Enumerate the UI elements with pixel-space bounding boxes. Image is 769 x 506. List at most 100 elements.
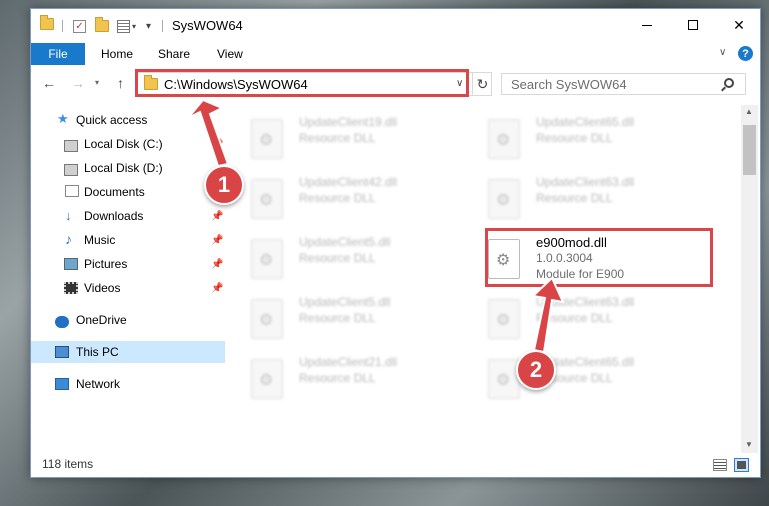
file-tile[interactable]: UpdateClient21.dll Resource DLL [251,353,481,405]
step-2-badge: 2 [516,350,556,390]
properties-icon[interactable]: ▾ [117,17,136,35]
file-version: 1.0.0.3004 [536,251,593,265]
sidebar-item-label: This PC [76,345,119,359]
sidebar-item-label: OneDrive [76,313,127,327]
explorer-window: ✓ ▾ ▾ SysWOW64 ✕ File Home Share View ∨ … [30,8,761,478]
downloads-icon: ↓ [65,208,72,223]
folder-icon [144,75,158,90]
sidebar-item-label: Local Disk (D:) [84,161,163,175]
dll-file-icon [488,119,520,159]
divider [62,20,63,32]
pin-icon[interactable]: 📌 [211,283,223,294]
tab-file[interactable]: File [31,43,85,65]
file-name: UpdateClient65.dll [536,115,635,129]
dll-file-icon [251,179,283,219]
sidebar-item-label: Local Disk (C:) [84,137,163,151]
file-name: UpdateClient42.dll [299,175,398,189]
file-tile[interactable]: UpdateClient63.dll Resource DLL [488,173,718,225]
file-type: Resource DLL [299,371,376,385]
sidebar-item-label: Music [84,233,116,247]
file-tile[interactable]: UpdateClient5.dll Resource DLL [251,233,481,285]
search-icon[interactable] [724,78,734,88]
cloud-icon [55,316,69,328]
file-type: Resource DLL [536,191,613,205]
pin-icon[interactable]: 📌 [211,259,223,270]
pictures-icon [64,258,78,270]
forward-arrow-icon[interactable]: → [71,75,85,91]
file-name: UpdateClient63.dll [536,175,635,189]
file-tile[interactable]: UpdateClient19.dll Resource DLL [251,113,481,165]
dll-file-icon [488,299,520,339]
help-icon[interactable]: ? [738,46,753,61]
up-arrow-icon[interactable]: ↑ [117,75,124,91]
address-dropdown-chevron-icon[interactable]: ∨ [456,78,463,89]
minimize-icon [642,24,652,26]
properties-check-icon[interactable]: ✓ [73,17,86,35]
large-icons-view-icon[interactable] [734,458,749,472]
sidebar-item-network[interactable]: Network [31,373,225,395]
computer-icon [55,346,69,358]
window-title: SysWOW64 [172,18,243,33]
sidebar-item-label: Quick access [76,113,148,127]
file-name: e900mod.dll [536,235,607,250]
dll-file-icon [488,359,520,399]
expand-ribbon-chevron-icon[interactable]: ∨ [719,47,726,58]
step-1-badge: 1 [204,165,244,205]
new-folder-icon[interactable] [95,17,109,35]
sidebar-item-onedrive[interactable]: OneDrive [31,309,225,331]
tab-home[interactable]: Home [101,43,133,65]
documents-icon [65,185,79,197]
maximize-button[interactable] [670,9,716,41]
file-tile-e900mod[interactable]: e900mod.dll 1.0.0.3004 Module for E900 [488,233,718,285]
network-icon [55,378,69,390]
sidebar-item-downloads[interactable]: ↓ Downloads 📌 [31,205,225,227]
sidebar-item-this-pc[interactable]: This PC [31,341,225,363]
drive-icon [64,164,78,176]
status-bar: 118 items [31,453,760,477]
file-tile[interactable]: UpdateClient65.dll Resource DLL [488,113,718,165]
sidebar-item-videos[interactable]: Videos 📌 [31,277,225,299]
sidebar-item-documents[interactable]: Documents [31,181,225,203]
recent-locations-chevron-icon[interactable]: ▾ [95,78,99,87]
videos-icon [64,282,78,294]
sidebar-item-music[interactable]: ♪ Music 📌 [31,229,225,251]
back-arrow-icon[interactable]: ← [42,75,56,91]
file-type: Resource DLL [299,251,376,265]
pin-icon[interactable]: 📌 [211,235,223,246]
ribbon: File Home Share View ∨ ? [31,41,760,65]
sidebar-item-local-disk-d[interactable]: Local Disk (D:) [31,157,225,179]
sidebar-item-quick-access[interactable]: ★ Quick access [31,109,225,131]
pin-icon[interactable]: 📌 [211,211,223,222]
address-bar[interactable]: C:\Windows\SysWOW64 ∨ ↻ [137,72,492,96]
close-button[interactable]: ✕ [716,9,762,41]
file-tile[interactable]: UpdateClient63.dll Resource DLL [488,293,718,345]
scroll-up-arrow-icon[interactable]: ▲ [745,107,753,116]
customize-toolbar-icon[interactable]: ▾ [146,17,151,35]
vertical-scrollbar[interactable]: ▲ ▼ [741,105,758,453]
sidebar-item-label: Pictures [84,257,128,271]
tab-share[interactable]: Share [158,43,190,65]
navigation-pane: ★ Quick access Local Disk (C:) 📌 Local D… [31,105,225,445]
item-count: 118 items [42,457,94,471]
file-name: UpdateClient63.dll [536,295,635,309]
sidebar-item-local-disk-c[interactable]: Local Disk (C:) 📌 [31,133,225,155]
file-tile[interactable]: UpdateClient42.dll Resource DLL [251,173,481,225]
tab-view[interactable]: View [217,43,243,65]
search-input[interactable]: Search SysWOW64 [501,73,746,95]
search-placeholder: Search SysWOW64 [511,77,627,92]
address-row: ← → ▾ ↑ C:\Windows\SysWOW64 ∨ ↻ Search S… [31,69,760,99]
scroll-thumb[interactable] [743,125,756,175]
pin-icon[interactable]: 📌 [211,139,223,150]
sidebar-item-pictures[interactable]: Pictures 📌 [31,253,225,275]
file-type: Resource DLL [536,311,613,325]
refresh-icon[interactable]: ↻ [472,73,492,95]
sidebar-item-label: Network [76,377,121,391]
file-type: Resource DLL [299,311,376,325]
scroll-down-arrow-icon[interactable]: ▼ [745,440,753,449]
dll-file-icon [251,119,283,159]
file-tile[interactable]: UpdateClient5.dll Resource DLL [251,293,481,345]
address-path[interactable]: C:\Windows\SysWOW64 [164,77,308,92]
details-view-icon[interactable] [713,459,727,471]
sidebar-item-label: Documents [84,185,145,199]
minimize-button[interactable] [624,9,670,41]
